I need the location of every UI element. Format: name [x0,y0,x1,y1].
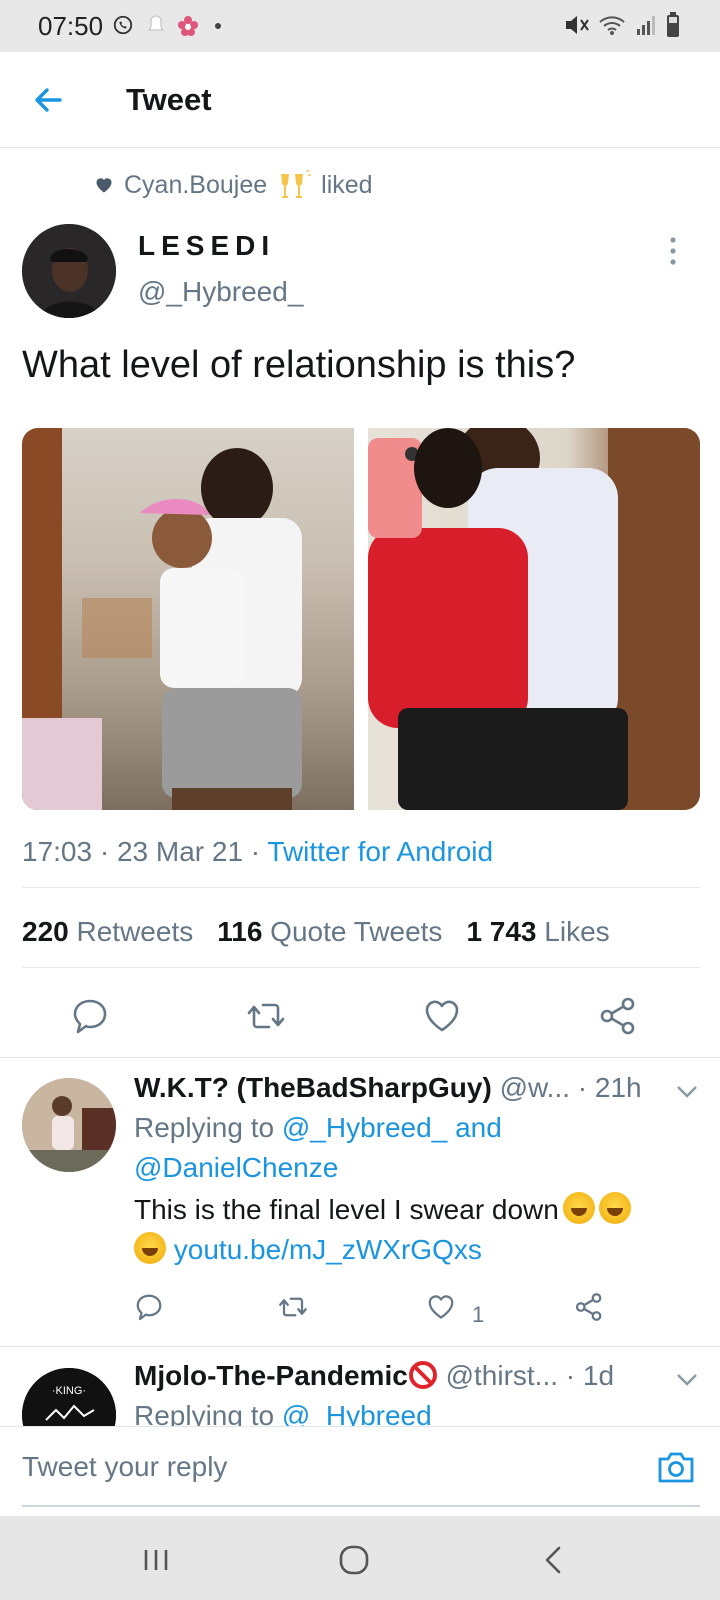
avatar-image [22,1078,116,1172]
reply-text: This is the final level I swear down you… [134,1190,694,1270]
more-options-icon[interactable] [666,236,680,266]
reply-author-name[interactable]: Mjolo-The-Pandemic [134,1360,408,1391]
chevron-down-icon[interactable] [676,1085,698,1099]
whatsapp-icon [113,15,133,35]
back-nav-icon[interactable] [534,1540,574,1580]
rofl-emoji-icon [562,1192,595,1224]
champagne-glasses-icon [281,170,312,198]
divider [0,1346,720,1347]
like-icon[interactable] [426,1292,456,1322]
reply-text-content: This is the final level I swear down [134,1194,559,1225]
tweet-text: What level of relationship is this? [22,344,576,386]
retweets-stat[interactable]: 220 Retweets [22,916,193,948]
tweet-stats: 220 Retweets 116 Quote Tweets 1 743 Like… [22,916,610,948]
home-icon[interactable] [334,1540,374,1580]
replying-to-line: Replying to @_Hybreed_ and [134,1112,502,1144]
tweet-source[interactable]: Twitter for Android [267,836,493,867]
status-bar: 07:50 [0,0,720,52]
photo-content [22,428,302,810]
reply-input-underline [22,1505,700,1507]
reply-composer[interactable]: Tweet your reply [0,1426,720,1512]
battery-icon [667,12,679,37]
likes-label: Likes [544,916,610,947]
retweet-icon[interactable] [246,996,286,1036]
dot-icon [215,23,221,29]
recent-apps-icon[interactable] [136,1540,176,1580]
quotes-count: 116 [217,916,263,947]
likes-count: 1 743 [466,916,537,947]
reply-author-name[interactable]: W.K.T? (TheBadSharpGuy) [134,1072,492,1103]
replying-and[interactable]: and [455,1112,502,1143]
social-context[interactable]: Cyan.Boujee liked [94,168,373,202]
reply-icon[interactable] [134,1292,164,1322]
tweet-timestamp: 17:03 · 23 Mar 21 · [22,836,261,867]
avatar-image [22,224,116,318]
system-nav-bar [0,1516,720,1600]
reply-age: · 1d [565,1360,615,1391]
app-header: Tweet [0,52,720,148]
svg-text:·KING·: ·KING· [52,1385,86,1397]
liked-label: liked [321,170,373,199]
quotes-stat[interactable]: 116 Quote Tweets [217,916,442,948]
replying-to-link[interactable]: @DanielChenze [134,1152,338,1183]
tweet-meta: 17:03 · 23 Mar 21 · Twitter for Android [22,836,493,868]
rofl-emoji-icon [598,1192,631,1224]
retweets-label: Retweets [76,916,194,947]
reply-header: Mjolo-The-Pandemic @thirst... · 1d [134,1360,614,1392]
reply-input[interactable]: Tweet your reply [22,1451,227,1483]
replying-prefix: Replying to [134,1112,275,1143]
reply-age: · 21h [577,1072,642,1103]
liked-by-name: Cyan.Boujee [124,170,268,199]
author-handle[interactable]: @_Hybreed_ [138,276,303,308]
likes-stat[interactable]: 1 743 Likes [466,916,609,948]
replying-to-line-2: @DanielChenze [134,1152,338,1184]
reply-link[interactable]: youtu.be/mJ_zWXrGQxs [174,1234,482,1265]
divider [22,887,700,888]
tweet-photo-1[interactable] [22,428,354,810]
heart-filled-icon [96,178,112,193]
notification-icon [148,15,164,31]
share-icon[interactable] [598,996,638,1036]
mute-icon [566,16,589,34]
share-icon[interactable] [574,1292,604,1322]
flower-icon [178,16,198,36]
chevron-down-icon[interactable] [676,1373,698,1387]
photo-content [368,428,700,810]
divider [0,1057,720,1058]
reply-icon[interactable] [70,996,110,1036]
status-time: 07:50 [38,11,104,41]
tweet-photo-2[interactable] [368,428,700,810]
reply-header: W.K.T? (TheBadSharpGuy) @w... · 21h [134,1072,642,1104]
reply-author-handle[interactable]: @thirst... [446,1360,558,1391]
retweet-icon[interactable] [278,1292,308,1322]
prohibited-emoji-icon [408,1361,437,1389]
back-arrow-icon[interactable] [30,82,66,118]
rofl-emoji-icon [134,1232,166,1264]
reply-like-count: 1 [472,1302,485,1327]
quotes-label: Quote Tweets [270,916,443,947]
page-title: Tweet [126,82,212,117]
camera-icon[interactable] [656,1447,696,1487]
signal-icon [637,16,655,35]
divider [22,967,700,968]
retweets-count: 220 [22,916,69,947]
like-icon[interactable] [422,996,462,1036]
reply-author-handle[interactable]: @w... [500,1072,570,1103]
author-avatar[interactable] [22,224,116,318]
replying-to-link[interactable]: @_Hybreed_ [282,1112,447,1143]
reply-avatar[interactable] [22,1078,116,1172]
wifi-icon [599,16,625,35]
author-name[interactable]: LESEDI [138,230,275,262]
